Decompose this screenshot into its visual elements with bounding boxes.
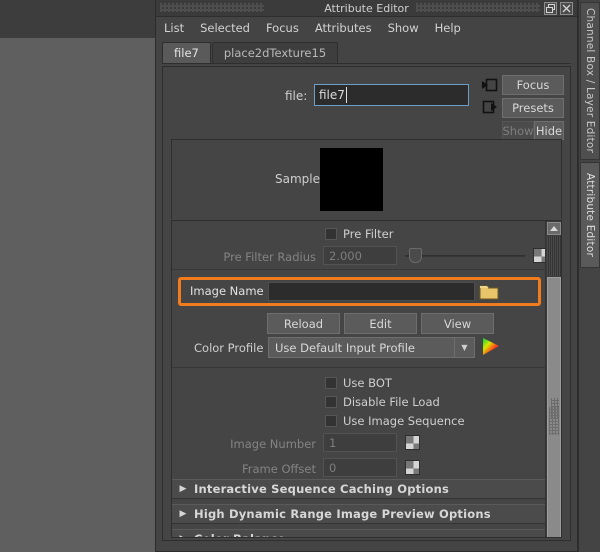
divider-2 xyxy=(172,367,545,368)
sample-label: Sample xyxy=(275,172,320,186)
section-hdr-image-preview[interactable]: ▶ High Dynamic Range Image Preview Optio… xyxy=(172,504,545,524)
pre-filter-radius-slider-knob[interactable] xyxy=(409,248,422,263)
output-connection-icon[interactable] xyxy=(481,99,499,115)
restore-glyph xyxy=(546,4,555,13)
node-name-block: file: Focus Presets Show Hide xyxy=(163,67,570,137)
menu-item-selected[interactable]: Selected xyxy=(200,19,260,37)
color-profile-value: Use Default Input Profile xyxy=(275,341,415,355)
section-color-balance[interactable]: ▶ Color Balance xyxy=(172,529,545,538)
hide-button[interactable]: Hide xyxy=(534,121,564,140)
section-interactive-sequence-caching[interactable]: ▶ Interactive Sequence Caching Options xyxy=(172,479,545,499)
window-titlebar[interactable]: Attribute Editor xyxy=(156,0,577,17)
image-name-input[interactable] xyxy=(268,282,475,301)
scroll-up-triangle xyxy=(550,226,558,231)
restore-icon[interactable] xyxy=(544,2,557,15)
color-wheel-glyph xyxy=(481,337,501,357)
menu-item-focus[interactable]: Focus xyxy=(266,19,309,37)
dock-tab-attribute-editor-label: Attribute Editor xyxy=(584,167,596,263)
scrollbar-track[interactable] xyxy=(547,236,561,276)
panel-resize-grip[interactable] xyxy=(549,407,559,435)
focus-button[interactable]: Focus xyxy=(502,75,564,95)
use-bot-checkbox[interactable] xyxy=(325,377,337,389)
chevron-right-icon: ▶ xyxy=(172,484,194,494)
section-hdr-image-preview-label: High Dynamic Range Image Preview Options xyxy=(194,507,491,521)
view-button[interactable]: View xyxy=(421,313,494,334)
frame-offset-label: Frame Offset xyxy=(172,462,316,476)
divider-1 xyxy=(172,269,545,270)
text-caret xyxy=(346,87,347,103)
pre-filter-radius-label: Pre Filter Radius xyxy=(172,250,316,264)
right-dock-strip: Channel Box / Layer Editor Attribute Edi… xyxy=(578,0,600,552)
frame-offset-field[interactable]: 0 xyxy=(323,458,397,477)
close-glyph xyxy=(562,4,571,13)
file-field-label: file: xyxy=(285,89,307,103)
edit-button[interactable]: Edit xyxy=(344,313,417,334)
chevron-down-icon: ▼ xyxy=(454,338,474,357)
frame-offset-map-button[interactable] xyxy=(405,460,420,475)
menu-item-attributes[interactable]: Attributes xyxy=(315,19,382,37)
output-connection-glyph xyxy=(481,99,499,115)
image-number-label: Image Number xyxy=(172,437,316,451)
pre-filter-radius-slider-track[interactable] xyxy=(405,255,525,257)
show-button[interactable]: Show xyxy=(502,121,534,140)
menubar: List Selected Focus Attributes Show Help xyxy=(156,17,577,39)
menu-item-show[interactable]: Show xyxy=(388,19,429,37)
reload-button[interactable]: Reload xyxy=(267,313,340,334)
folder-glyph xyxy=(479,281,499,302)
tab-place2dtexture15[interactable]: place2dTexture15 xyxy=(212,42,338,63)
dock-tab-attribute-editor[interactable]: Attribute Editor xyxy=(580,162,600,268)
scroll-up-arrow-icon[interactable] xyxy=(547,222,561,235)
tab-file7[interactable]: file7 xyxy=(162,42,211,63)
attribute-list: Pre Filter Pre Filter Radius 2.000 Image… xyxy=(172,221,545,537)
sample-block: Sample xyxy=(171,139,562,219)
folder-icon[interactable] xyxy=(479,281,499,302)
dock-tab-channel-box[interactable]: Channel Box / Layer Editor xyxy=(580,2,600,160)
presets-button[interactable]: Presets xyxy=(502,98,564,118)
menu-item-help[interactable]: Help xyxy=(435,19,471,37)
chevron-right-icon: ▶ xyxy=(172,534,194,538)
dock-tab-channel-box-label: Channel Box / Layer Editor xyxy=(584,2,596,159)
section-interactive-sequence-caching-label: Interactive Sequence Caching Options xyxy=(194,482,449,496)
node-name-input[interactable] xyxy=(314,84,469,106)
color-wheel-icon[interactable] xyxy=(481,337,501,357)
pre-filter-label: Pre Filter xyxy=(343,227,393,241)
menu-item-list[interactable]: List xyxy=(164,19,194,37)
disable-file-load-checkbox[interactable] xyxy=(325,396,337,408)
image-number-map-button[interactable] xyxy=(405,435,420,450)
color-profile-label: Color Profile xyxy=(194,341,263,355)
input-connection-icon[interactable] xyxy=(481,77,499,93)
node-tab-bar: file7 place2dTexture15 xyxy=(162,42,571,64)
sample-swatch[interactable] xyxy=(320,148,383,211)
input-connection-glyph xyxy=(481,77,499,93)
use-image-sequence-checkbox[interactable] xyxy=(325,415,337,427)
image-name-label: Image Name xyxy=(190,284,264,298)
titlebar-grip-left xyxy=(160,3,264,12)
attribute-scroll-region: Pre Filter Pre Filter Radius 2.000 Image… xyxy=(171,220,562,538)
use-image-sequence-label: Use Image Sequence xyxy=(343,414,465,428)
disable-file-load-label: Disable File Load xyxy=(343,395,440,409)
section-color-balance-label: Color Balance xyxy=(194,532,286,538)
attribute-editor-body: file: Focus Presets Show Hide xyxy=(162,66,571,541)
close-icon[interactable] xyxy=(560,2,573,15)
chevron-right-icon: ▶ xyxy=(172,509,194,519)
pre-filter-checkbox[interactable] xyxy=(325,228,337,240)
vertical-scrollbar[interactable] xyxy=(545,221,561,537)
use-bot-label: Use BOT xyxy=(343,376,392,390)
pre-filter-radius-field[interactable]: 2.000 xyxy=(323,246,397,265)
attribute-editor-window: Attribute Editor List Selected Focus Att… xyxy=(155,0,578,552)
window-title: Attribute Editor xyxy=(317,2,416,15)
image-number-field[interactable]: 1 xyxy=(323,433,397,452)
color-profile-select[interactable]: Use Default Input Profile ▼ xyxy=(268,337,475,358)
